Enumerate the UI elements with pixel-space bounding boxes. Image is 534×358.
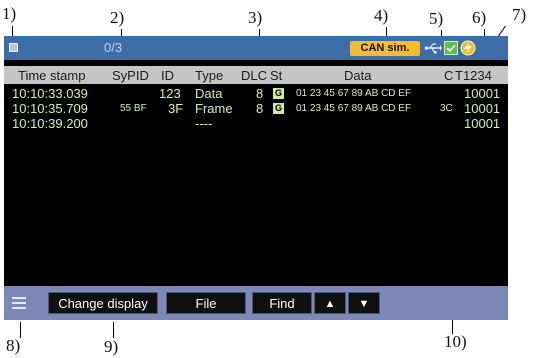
cell-id: 123	[159, 86, 181, 101]
change-display-button[interactable]: Change display	[48, 292, 158, 314]
cell-type: Frame	[195, 101, 233, 116]
col-sypid: SyPID	[112, 68, 149, 83]
callout-7: 7)	[512, 5, 527, 24]
bottom-toolbar: Change display File Find ▲ ▼	[4, 286, 508, 320]
cell-time: 10:10:33.039	[12, 86, 88, 101]
callout-2: 2)	[110, 8, 125, 27]
cell-time: 10:10:35.709	[12, 101, 88, 116]
cell-data: 01 23 45 67 89 AB CD EF	[296, 88, 412, 99]
table-row[interactable]: 10:10:39.200 ---- 10001	[4, 116, 508, 131]
menu-icon[interactable]	[10, 294, 28, 312]
cell-dlc: 8	[256, 86, 264, 101]
device-screen: 0/3 CAN sim. Time stamp SyPID ID Type DL…	[4, 36, 508, 320]
table-row[interactable]: 10:10:35.709 55 BF 3F Frame 8 G 01 23 45…	[4, 101, 508, 116]
callout-1: 1)	[2, 4, 17, 23]
cell-time: 10:10:39.200	[12, 116, 88, 131]
callout-5: 5)	[429, 9, 444, 28]
can-mode-badge: CAN sim.	[350, 41, 420, 56]
col-c: C	[444, 68, 454, 83]
callout-10: 10)	[444, 332, 467, 351]
col-dlc: DLC	[241, 68, 268, 83]
callout-3: 3)	[248, 8, 263, 27]
cell-sypid: 55 BF	[120, 103, 147, 114]
col-timestamp: Time stamp	[18, 68, 86, 83]
callout-8: 8)	[6, 336, 21, 355]
leader-line-10	[452, 318, 453, 334]
table-header: Time stamp SyPID ID Type DLC St Data C T…	[4, 66, 508, 84]
col-id: ID	[161, 68, 174, 83]
cell-type: ----	[195, 116, 213, 131]
status-bar: 0/3 CAN sim.	[4, 36, 508, 60]
stop-icon[interactable]	[9, 43, 18, 52]
scroll-down-button[interactable]: ▼	[348, 292, 380, 314]
log-icon	[444, 41, 458, 55]
file-button[interactable]: File	[166, 292, 246, 314]
cell-t1234: 10001	[464, 116, 501, 131]
frame-counter: 0/3	[104, 40, 123, 55]
col-st: St	[270, 68, 283, 83]
leader-line-9	[113, 322, 114, 338]
cell-dlc: 8	[256, 101, 264, 116]
scroll-up-button[interactable]: ▲	[314, 292, 346, 314]
col-data: Data	[344, 68, 372, 83]
usb-icon	[424, 43, 442, 54]
cell-c: 3C	[440, 103, 453, 114]
cell-t1234: 10001	[464, 86, 501, 101]
table-row[interactable]: 10:10:33.039 123 Data 8 G 01 23 45 67 89…	[4, 86, 508, 101]
col-type: Type	[195, 68, 224, 83]
callout-4: 4)	[374, 6, 389, 25]
cell-id: 3F	[168, 101, 184, 116]
cell-status-badge: G	[273, 103, 284, 114]
power-icon	[460, 40, 476, 56]
cell-type: Data	[195, 86, 223, 101]
find-button[interactable]: Find	[252, 292, 312, 314]
col-t1234: T1234	[455, 68, 492, 83]
cell-status-badge: G	[273, 88, 284, 99]
leader-line-8	[20, 322, 21, 338]
callout-9: 9)	[104, 337, 119, 356]
cell-t1234: 10001	[464, 101, 501, 116]
cell-data: 01 23 45 67 89 AB CD EF	[296, 103, 412, 114]
callout-6: 6)	[472, 8, 487, 27]
